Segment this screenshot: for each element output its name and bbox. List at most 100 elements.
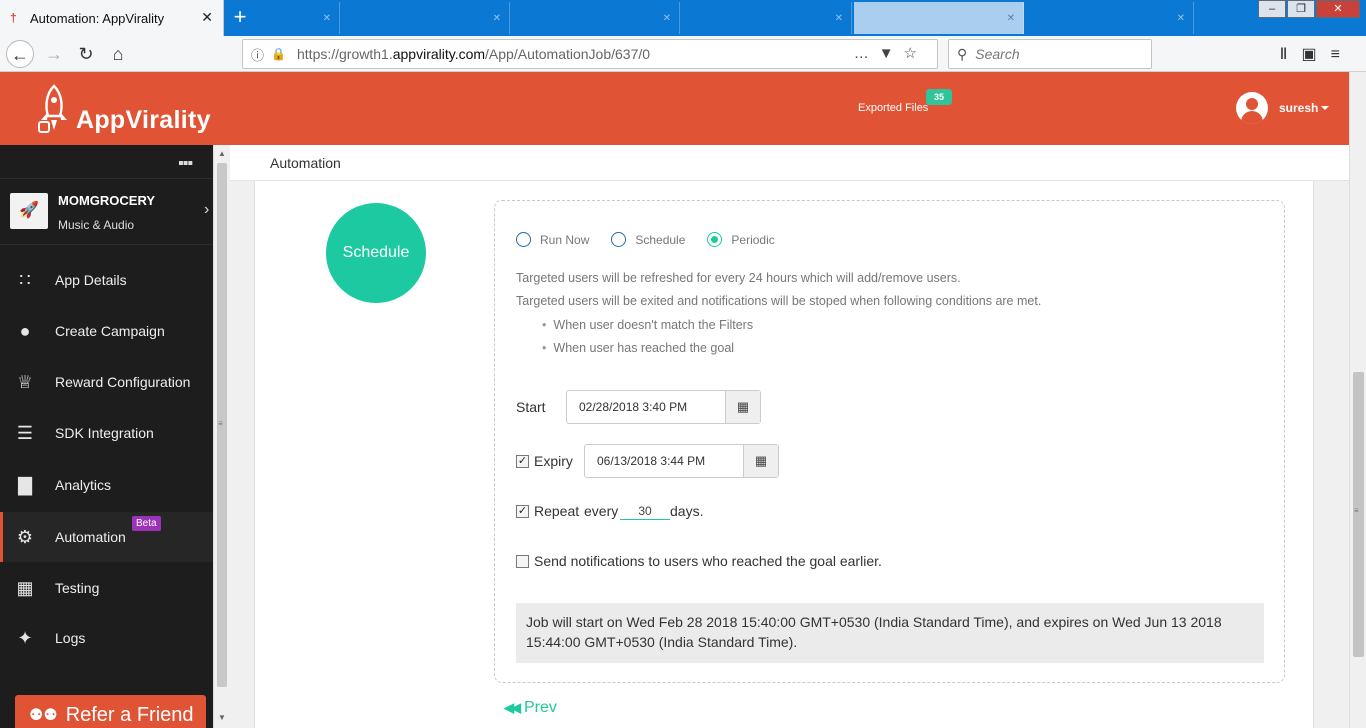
- close-icon[interactable]: ✕: [323, 13, 331, 24]
- send-notifications-checkbox[interactable]: [516, 555, 529, 568]
- window-close-icon[interactable]: ✕: [1316, 0, 1360, 18]
- sidebar-item-sdk-integration[interactable]: ☰ SDK Integration: [0, 408, 213, 458]
- repeat-checkbox[interactable]: ✓: [516, 505, 529, 518]
- calendar-icon[interactable]: ▦: [743, 445, 778, 477]
- repeat-days-input[interactable]: [620, 502, 670, 520]
- breadcrumb: Automation: [230, 145, 1349, 181]
- lock-icon[interactable]: 🔒: [271, 47, 289, 61]
- appvirality-logo[interactable]: AppVirality: [36, 82, 211, 136]
- sidebar-scrollbar[interactable]: ▲ ≡ ▼: [213, 145, 230, 728]
- prev-button[interactable]: ◀◀ Prev: [504, 699, 557, 717]
- chevron-right-icon[interactable]: ›: [204, 201, 209, 219]
- users-icon: ⚉⚉: [29, 707, 58, 724]
- app-header: AppVirality Exported Files 35 suresh: [0, 72, 1366, 145]
- condition-bullet: When user has reached the goal: [542, 341, 734, 355]
- calendar-icon[interactable]: ▦: [725, 391, 760, 423]
- scroll-down-icon[interactable]: ▼: [218, 713, 226, 722]
- plus-icon[interactable]: +: [228, 4, 252, 30]
- rocket-icon: [38, 84, 67, 133]
- sidebar: ▪▪▪ 🚀 MOMGROCERY Music & Audio › ∷ App D…: [0, 145, 213, 728]
- browser-tab-bar: † Automation: AppVirality ✕ + ✕ ✕ ✕ ✕ ✕ …: [0, 0, 1366, 36]
- sidebar-item-label: App Details: [55, 272, 127, 288]
- close-icon[interactable]: ✕: [663, 13, 671, 24]
- search-icon: ⚲: [957, 45, 968, 62]
- radio-circle-selected[interactable]: [707, 232, 723, 247]
- job-summary: Job will start on Wed Feb 28 2018 15:40:…: [516, 603, 1264, 663]
- sidebar-item-create-campaign[interactable]: ● Create Campaign: [0, 306, 213, 356]
- background-tab[interactable]: ✕: [680, 2, 852, 34]
- background-tab[interactable]: ✕: [1024, 2, 1194, 34]
- user-menu-dropdown[interactable]: suresh: [1279, 101, 1329, 115]
- home-icon[interactable]: ⌂: [104, 40, 132, 68]
- back-arrow-icon[interactable]: ←: [6, 40, 34, 68]
- close-icon[interactable]: ✕: [835, 13, 843, 24]
- sidebar-item-label: Create Campaign: [55, 323, 165, 339]
- close-tab-icon[interactable]: ✕: [201, 9, 213, 26]
- expiry-label: Expiry: [534, 453, 573, 469]
- exported-files-link[interactable]: Exported Files: [858, 102, 928, 114]
- beta-badge: Beta: [132, 516, 161, 531]
- sidebar-item-app-details[interactable]: ∷ App Details: [0, 255, 213, 305]
- url-text: https://growth1.appvirality.com/App/Auto…: [297, 46, 651, 62]
- start-label: Start: [516, 399, 546, 415]
- page-actions-icon[interactable]: …▼☆: [854, 44, 927, 62]
- user-avatar-icon[interactable]: [1236, 92, 1268, 124]
- repeat-unit-label: days.: [670, 503, 704, 519]
- reload-icon[interactable]: ↻: [72, 40, 100, 68]
- gear-icon: ⚙: [16, 527, 34, 547]
- start-date-value[interactable]: 02/28/2018 3:40 PM: [567, 391, 725, 423]
- sidebar-item-label: Analytics: [55, 477, 112, 493]
- app-category: Music & Audio: [58, 218, 135, 232]
- search-placeholder: Search: [975, 46, 1020, 62]
- close-icon[interactable]: ✕: [1177, 13, 1185, 24]
- crown-icon: ♕: [16, 372, 34, 392]
- main-content: Automation Schedule Run Now Schedule Per…: [230, 145, 1349, 728]
- refer-a-friend-button[interactable]: ⚉⚉ Refer a Friend: [15, 695, 206, 728]
- refer-label: Refer a Friend: [65, 703, 194, 726]
- background-tab[interactable]: ✕: [854, 2, 1024, 34]
- expiry-date-value[interactable]: 06/13/2018 3:44 PM: [585, 445, 743, 477]
- scroll-up-icon[interactable]: ▲: [218, 149, 226, 158]
- close-icon[interactable]: ✕: [1007, 13, 1015, 24]
- background-tab[interactable]: ✕: [340, 2, 510, 34]
- expiry-date-input[interactable]: 06/13/2018 3:44 PM ▦: [584, 444, 779, 478]
- radio-circle[interactable]: [516, 232, 531, 247]
- browser-nav-bar: ← → ↻ ⌂ ⓘ 🔒 https://growth1.appvirality.…: [0, 36, 1366, 72]
- wand-icon: ✦: [17, 628, 33, 648]
- app-name: MOMGROCERY: [58, 193, 156, 208]
- sidebar-item-label: Automation: [55, 529, 126, 545]
- radio-periodic[interactable]: Periodic: [707, 232, 775, 247]
- double-chevron-left-icon: ◀◀: [504, 700, 521, 715]
- sidebar-item-logs[interactable]: ✦ Logs: [0, 613, 213, 663]
- radio-label: Schedule: [635, 232, 686, 247]
- bar-chart-icon: ▇: [18, 475, 32, 495]
- forward-arrow-icon[interactable]: →: [40, 40, 68, 68]
- page-scrollbar[interactable]: ≡: [1349, 72, 1366, 728]
- radio-run-now[interactable]: Run Now: [516, 232, 589, 247]
- maximize-icon[interactable]: ❐: [1287, 0, 1315, 18]
- background-tab[interactable]: ✕: [256, 2, 340, 34]
- background-tab[interactable]: ✕: [510, 2, 680, 34]
- search-input[interactable]: ⚲ Search: [948, 39, 1152, 69]
- prev-label: Prev: [524, 699, 557, 716]
- radio-schedule[interactable]: Schedule: [611, 232, 685, 247]
- radio-circle[interactable]: [611, 232, 627, 247]
- more-dots-icon[interactable]: ▪▪▪: [178, 155, 193, 173]
- exit-description: Targeted users will be exited and notifi…: [516, 294, 1042, 308]
- sidebar-item-automation[interactable]: ⚙ Automation Beta: [0, 512, 213, 562]
- app-switcher[interactable]: 🚀 MOMGROCERY Music & Audio ›: [0, 178, 213, 245]
- minimize-icon[interactable]: –: [1258, 0, 1286, 18]
- expiry-checkbox[interactable]: ✓: [516, 455, 529, 468]
- tab-automation[interactable]: † Automation: AppVirality ✕: [0, 0, 224, 36]
- grip-icon: ≡: [218, 419, 223, 428]
- schedule-options-box: Run Now Schedule Periodic Targeted users…: [494, 200, 1285, 683]
- sidebar-item-label: Reward Configuration: [55, 374, 191, 390]
- url-bar[interactable]: ⓘ 🔒 https://growth1.appvirality.com/App/…: [242, 39, 938, 69]
- start-date-input[interactable]: 02/28/2018 3:40 PM ▦: [566, 390, 761, 424]
- close-icon[interactable]: ✕: [493, 13, 501, 24]
- sidebar-item-analytics[interactable]: ▇ Analytics: [0, 460, 213, 510]
- toolbar-menu-icons[interactable]: Ⅱ▣≡: [1280, 44, 1354, 64]
- sidebar-item-reward-configuration[interactable]: ♕ Reward Configuration: [0, 357, 213, 407]
- sidebar-item-testing[interactable]: ▦ Testing: [0, 563, 213, 613]
- info-icon[interactable]: ⓘ: [251, 45, 267, 64]
